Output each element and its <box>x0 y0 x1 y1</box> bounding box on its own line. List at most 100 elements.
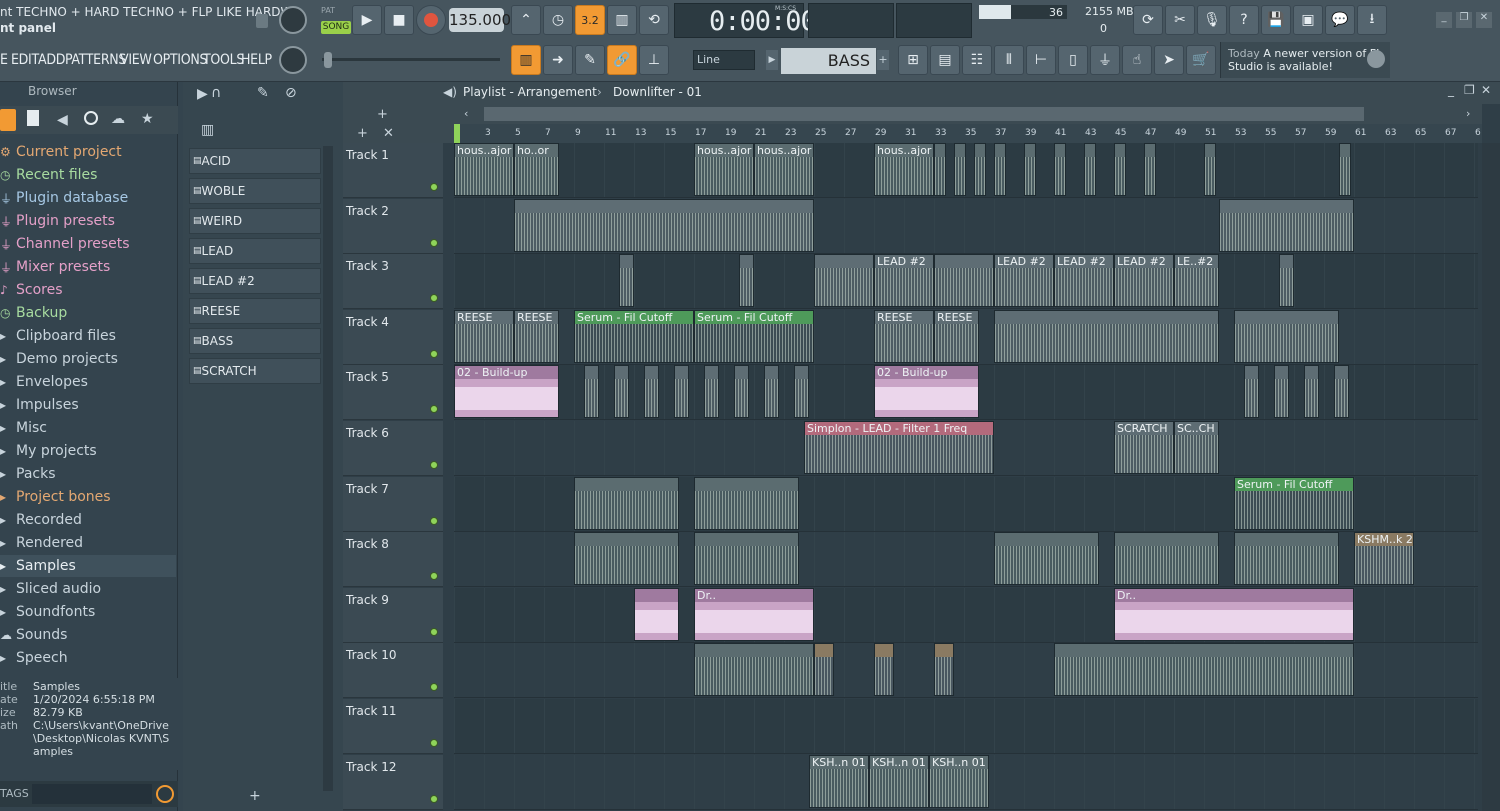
globe-icon[interactable] <box>84 111 98 125</box>
browser-item[interactable]: ⏚ Mixer presets <box>0 256 176 278</box>
playlist-clip[interactable]: SC..CH <box>1174 421 1219 474</box>
pattern-item[interactable]: ▤ SCRATCH <box>189 358 321 384</box>
magnet-icon[interactable]: ∩ <box>211 85 221 101</box>
track-enable-led[interactable] <box>430 183 438 191</box>
overview-strip[interactable]: ‹ › <box>454 104 1482 124</box>
track-enable-led[interactable] <box>430 794 438 803</box>
playlist-clip[interactable] <box>794 365 809 419</box>
menu-patterns[interactable]: PATTERNS <box>65 52 126 68</box>
browser-item[interactable]: ▸ Sliced audio <box>0 578 176 600</box>
loop-record-button[interactable]: ⟲ <box>639 5 669 35</box>
metronome-button[interactable]: ⌃ <box>511 5 541 35</box>
pattern-item[interactable]: ▤ LEAD #2 <box>189 268 321 294</box>
playlist-clip[interactable] <box>634 587 679 641</box>
playlist-clip[interactable] <box>614 365 629 419</box>
track-lane[interactable]: LEAD #2 LEAD #2 LEAD #2 LEAD #2 LE..#2 <box>454 254 1478 310</box>
arrow-button[interactable]: ➜ <box>543 45 573 75</box>
track-lane[interactable]: 02 - Build-up 02 - Build-up <box>454 365 1478 421</box>
browser-item[interactable]: ▸ My projects <box>0 440 176 462</box>
playlist-clip[interactable] <box>1279 254 1294 308</box>
browser-item[interactable]: ▸ Misc <box>0 417 176 439</box>
arrow-right-icon[interactable]: ▶ <box>197 86 208 102</box>
track-lane[interactable]: Simplon - LEAD - Filter 1 Freq SCRATCH SC.… <box>454 421 1478 476</box>
add-pattern-button[interactable]: + <box>249 788 261 804</box>
playlist-clip[interactable] <box>814 643 834 697</box>
step-edit-button[interactable]: ▥ <box>607 5 637 35</box>
playlist-clip[interactable] <box>644 365 659 419</box>
playlist-clip[interactable] <box>704 365 719 419</box>
draw-button[interactable]: ✎ <box>575 45 605 75</box>
browser-item[interactable]: ▸ Clipboard files <box>0 325 176 347</box>
record-button[interactable] <box>416 5 446 35</box>
undo-button[interactable]: ⟳ <box>1133 5 1163 35</box>
scroll-right-icon[interactable]: › <box>1466 107 1470 120</box>
browser-item[interactable]: ▸ Impulses <box>0 394 176 416</box>
playlist-clip[interactable] <box>1234 309 1339 363</box>
playlist-clip[interactable] <box>1274 365 1289 419</box>
link-button[interactable]: 🔗 <box>607 45 637 75</box>
channel-prev-button[interactable]: ▶ <box>766 50 778 70</box>
slider-handle[interactable] <box>324 52 332 68</box>
pattern-item[interactable]: ▤ REESE <box>189 298 321 324</box>
playlist-clip[interactable]: Dr.. <box>694 587 814 641</box>
playlist-clip[interactable] <box>739 254 754 308</box>
playlist-clip[interactable]: Dr.. <box>1114 587 1354 641</box>
browser-item[interactable]: ◷ Backup <box>0 302 176 324</box>
browser-item[interactable]: ▸ Project bones <box>0 486 176 508</box>
playlist-clip[interactable] <box>1244 365 1259 419</box>
playlist-clip[interactable]: LEAD #2 <box>1054 254 1114 308</box>
track-enable-led[interactable] <box>430 461 438 469</box>
track-lane[interactable] <box>454 198 1478 254</box>
playlist-clip[interactable] <box>619 254 634 308</box>
playlist-clip[interactable] <box>694 643 814 697</box>
snap-button[interactable]: ▥ <box>511 45 541 75</box>
minimize-button[interactable]: _ <box>1436 12 1452 28</box>
close-icon[interactable]: ✕ <box>383 126 394 141</box>
playlist-clip[interactable]: LE..#2 <box>1174 254 1219 308</box>
snap-select[interactable]: Line <box>693 50 755 70</box>
playlist-pattern[interactable]: Downlifter - 01 <box>613 85 702 99</box>
playlist-clip[interactable] <box>954 143 966 196</box>
cart-button[interactable]: 🛒 <box>1186 45 1216 75</box>
playhead-marker[interactable] <box>454 124 460 143</box>
browser-item[interactable]: ▸ Recorded <box>0 509 176 531</box>
playlist-clip[interactable]: REESE <box>514 309 559 363</box>
playlist-clip[interactable] <box>814 254 874 308</box>
menu-edit[interactable]: EDIT <box>11 52 39 68</box>
restore-button[interactable]: ❐ <box>1464 83 1475 97</box>
playlist-clip[interactable]: Serum - Fil Cutoff <box>1234 476 1354 530</box>
master-pitch-slider[interactable] <box>322 58 500 61</box>
playlist-clip[interactable] <box>694 532 799 586</box>
browser-item[interactable]: ▸ Envelopes <box>0 371 176 393</box>
pattern-item[interactable]: ▤ ACID <box>189 148 321 174</box>
channel-add-button[interactable]: + <box>877 50 889 70</box>
playlist-clip[interactable]: KSHM..k 2 <box>1354 532 1414 586</box>
pattern-item[interactable]: ▤ LEAD <box>189 238 321 264</box>
scroll-left-icon[interactable]: ‹ <box>464 107 468 120</box>
playlist-clip[interactable] <box>1114 143 1126 196</box>
song-mode-button[interactable]: SONG <box>321 21 351 34</box>
track-header[interactable]: Track 12 <box>343 754 443 810</box>
browser-item[interactable]: ⚙ Current project <box>0 141 176 163</box>
track-lane[interactable]: Dr.. Dr.. <box>454 587 1478 643</box>
touch-button[interactable]: ☝ <box>1122 45 1152 75</box>
playlist-clip[interactable]: 02 - Build-up <box>874 365 979 419</box>
browser-item[interactable]: ♪ Scores <box>0 279 176 301</box>
pat-label[interactable]: PAT <box>321 6 351 18</box>
mixer-button[interactable]: ⫴ <box>994 45 1024 75</box>
track-header[interactable]: Track 1 <box>343 143 443 198</box>
track-enable-led[interactable] <box>430 572 438 581</box>
playlist-clip[interactable]: 02 - Build-up <box>454 365 559 419</box>
track-header[interactable]: Track 2 <box>343 198 443 254</box>
plugin-button[interactable]: ⏚ <box>1090 45 1120 75</box>
project-button[interactable]: ▯ <box>1058 45 1088 75</box>
cloud-icon[interactable]: ☁ <box>111 111 125 127</box>
track-lane[interactable] <box>454 643 1478 699</box>
track-lane[interactable]: KSHM..k 2 <box>454 532 1478 588</box>
piano-icon[interactable]: ▥ <box>201 122 214 138</box>
playlist-clip[interactable] <box>874 643 894 697</box>
news-panel[interactable]: Today A newer version of FL Studio is av… <box>1220 42 1390 78</box>
playlist-clip[interactable] <box>1054 143 1066 196</box>
pattern-item[interactable]: ▤ WEIRD <box>189 208 321 234</box>
playlist-clip[interactable]: hous..ajor <box>874 143 934 196</box>
